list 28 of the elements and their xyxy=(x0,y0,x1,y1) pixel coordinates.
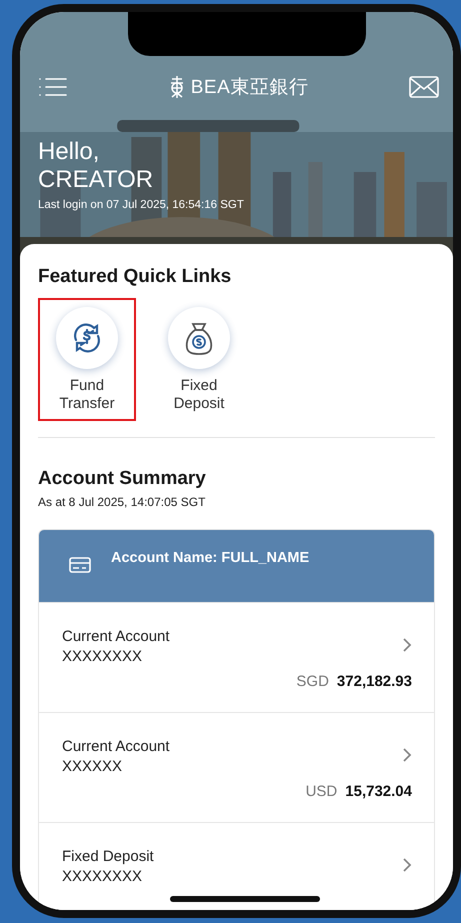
currency: SGD xyxy=(296,673,329,690)
last-login: Last login on 07 Jul 2025, 16:54:16 SGT xyxy=(38,199,245,211)
balance: 372,182.93 xyxy=(336,673,412,690)
as-at-time: As at 8 Jul 2025, 14:07:05 SGT xyxy=(38,495,206,509)
account-type: Current Account xyxy=(62,627,170,647)
chevron-icon xyxy=(402,857,412,873)
account-row[interactable]: Fixed Deposit XXXXXXXX xyxy=(39,822,434,910)
chevron-icon xyxy=(402,747,412,763)
account-number: XXXXXXXX xyxy=(62,647,144,667)
account-type: Current Account xyxy=(62,737,170,757)
card-icon xyxy=(69,556,91,574)
section-title: Featured Quick Links xyxy=(38,266,232,288)
account-number: XXXXXXXX xyxy=(62,867,144,887)
balance: 15,732.04 xyxy=(345,783,412,800)
greeting: Hello, xyxy=(38,138,100,166)
section-title: Account Summary xyxy=(38,468,207,490)
account-name: Account Name: FULL_NAME xyxy=(111,550,310,566)
chevron-icon xyxy=(402,637,412,653)
quick-link[interactable]: Fund Transfer xyxy=(38,298,136,421)
quick-link[interactable]: Fixed Deposit xyxy=(150,298,248,421)
account-type: Fixed Deposit xyxy=(62,847,154,867)
user-name: CREATOR xyxy=(38,166,154,194)
account-number: XXXXXX xyxy=(62,757,124,777)
logo-text: BEA東亞銀行 xyxy=(190,76,308,100)
mail-icon[interactable] xyxy=(409,76,439,98)
currency: USD xyxy=(306,783,338,800)
menu-icon[interactable] xyxy=(38,77,68,97)
logo-icon xyxy=(168,75,185,99)
